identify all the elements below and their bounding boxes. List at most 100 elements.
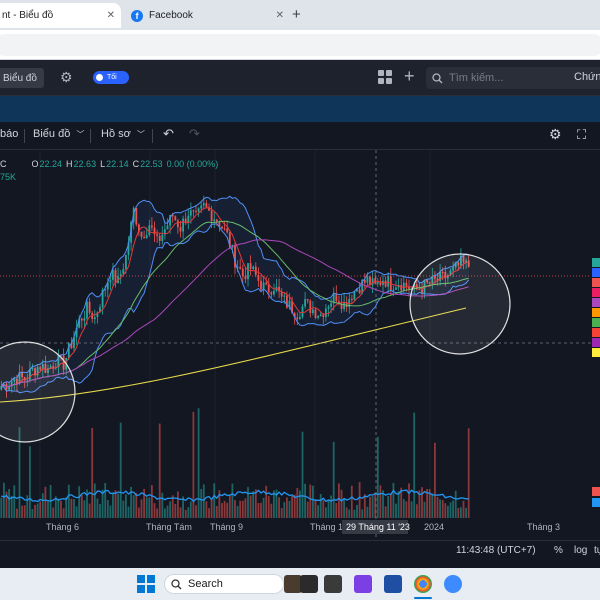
price-tag [592,258,600,267]
profile-dropdown[interactable]: Hồ sơ ﹀ [101,128,145,140]
fullscreen-icon[interactable]: ⛶ [577,127,586,143]
symbol-label: C [0,159,7,169]
volume-bar [153,503,156,518]
volume-bar [31,509,34,518]
theme-toggle[interactable]: Tối [93,71,129,84]
meet-icon[interactable] [354,575,372,593]
app-icon[interactable] [444,575,462,593]
volume-bar [205,501,208,518]
candle [114,269,117,284]
volume-bar [57,498,60,518]
candle [327,306,330,309]
store-icon[interactable] [384,575,402,593]
chart-type-dropdown[interactable]: Biểu đồ ﹀ [33,128,84,140]
volume-bar [62,508,65,518]
task-view-icon[interactable] [324,575,342,593]
candle [88,301,91,313]
volume-bar [135,492,138,518]
percent-toggle[interactable]: % [554,545,563,556]
chrome-icon[interactable] [414,575,432,593]
chart-bottom-bar: 11:43:48 (UTC+7) % log tự [0,540,600,560]
redo-icon[interactable]: ↷ [189,126,200,142]
log-toggle[interactable]: log [574,545,587,556]
candle [156,234,158,236]
chevron-down-icon: ﹀ [76,129,85,139]
volume-bar [462,500,465,518]
volume-bar [402,499,405,518]
price-tag [592,268,600,277]
divider [24,129,25,143]
volume-bar [0,497,3,518]
active-indicator [414,597,432,599]
settings-icon[interactable]: ⚙ [549,126,562,143]
new-tab-button[interactable]: + [292,6,301,23]
tab-tradingview[interactable]: nt - Biểu đồ ✕ [0,3,121,28]
volume-bar [138,507,140,518]
candle [405,282,408,287]
volume-bar [314,499,317,518]
candle [213,219,216,222]
volume-bar [335,503,338,518]
volume-bar [423,501,426,518]
candle [200,205,203,209]
candle [86,301,88,319]
candle [182,218,184,232]
volume-bar [96,498,99,518]
candle [148,225,151,235]
layout-grid-icon[interactable] [378,70,392,84]
high-label: H [66,159,73,169]
candle [309,300,312,313]
toggle-knob [96,74,103,81]
volume-bar [465,507,467,518]
volume-bar [273,490,275,518]
candle [400,285,403,291]
volume-bar [312,485,314,518]
alerts-button[interactable]: báo [0,128,18,140]
price-chart[interactable]: Tháng 6 Tháng Tám Tháng 9 Tháng 11 2024 … [0,150,600,540]
tab-facebook[interactable]: f Facebook ✕ [125,3,290,28]
facebook-icon: f [131,9,143,22]
volume-bar [112,492,114,518]
url-field[interactable] [0,34,600,56]
undo-icon[interactable]: ↶ [163,126,174,142]
auto-toggle[interactable]: tự [594,545,600,556]
volume-bar [452,500,454,518]
divider [90,129,91,143]
volume-bar [356,504,358,518]
volume-bar [234,500,236,518]
volume-bar [444,503,447,518]
taskbar-search[interactable]: Search [164,574,284,594]
volume-bar [309,484,312,518]
volume-bar [236,506,239,518]
volume-bar [114,490,117,518]
add-icon[interactable]: + [404,66,415,87]
gear-icon[interactable]: ⚙ [60,69,73,85]
volume-bar [291,496,293,518]
volume-bar [91,428,94,518]
volume-bar [145,497,148,518]
candle [306,299,309,301]
volume-bar [304,483,306,518]
candle [325,308,327,317]
app-icon[interactable] [300,575,318,593]
candle [273,290,275,295]
volume-bar [317,505,319,518]
volume-bar [164,508,166,518]
volume-bar [215,506,218,518]
volume-bar [241,500,244,518]
volume-bar [454,490,457,518]
account-link[interactable]: Chứn [574,71,600,83]
x-tick-label: Tháng 3 [527,522,560,532]
candle [109,279,112,283]
close-icon[interactable]: ✕ [276,10,284,21]
volume-bar [174,504,177,518]
candle [112,269,114,280]
volume-bar [189,501,192,518]
chart-button[interactable]: Biểu đồ [0,68,44,88]
candle [335,293,338,302]
windows-start-icon[interactable] [137,575,155,593]
volume-bar [348,509,351,518]
volume-bar [262,497,265,518]
close-icon[interactable]: ✕ [107,10,115,21]
volume-bar [257,503,260,518]
